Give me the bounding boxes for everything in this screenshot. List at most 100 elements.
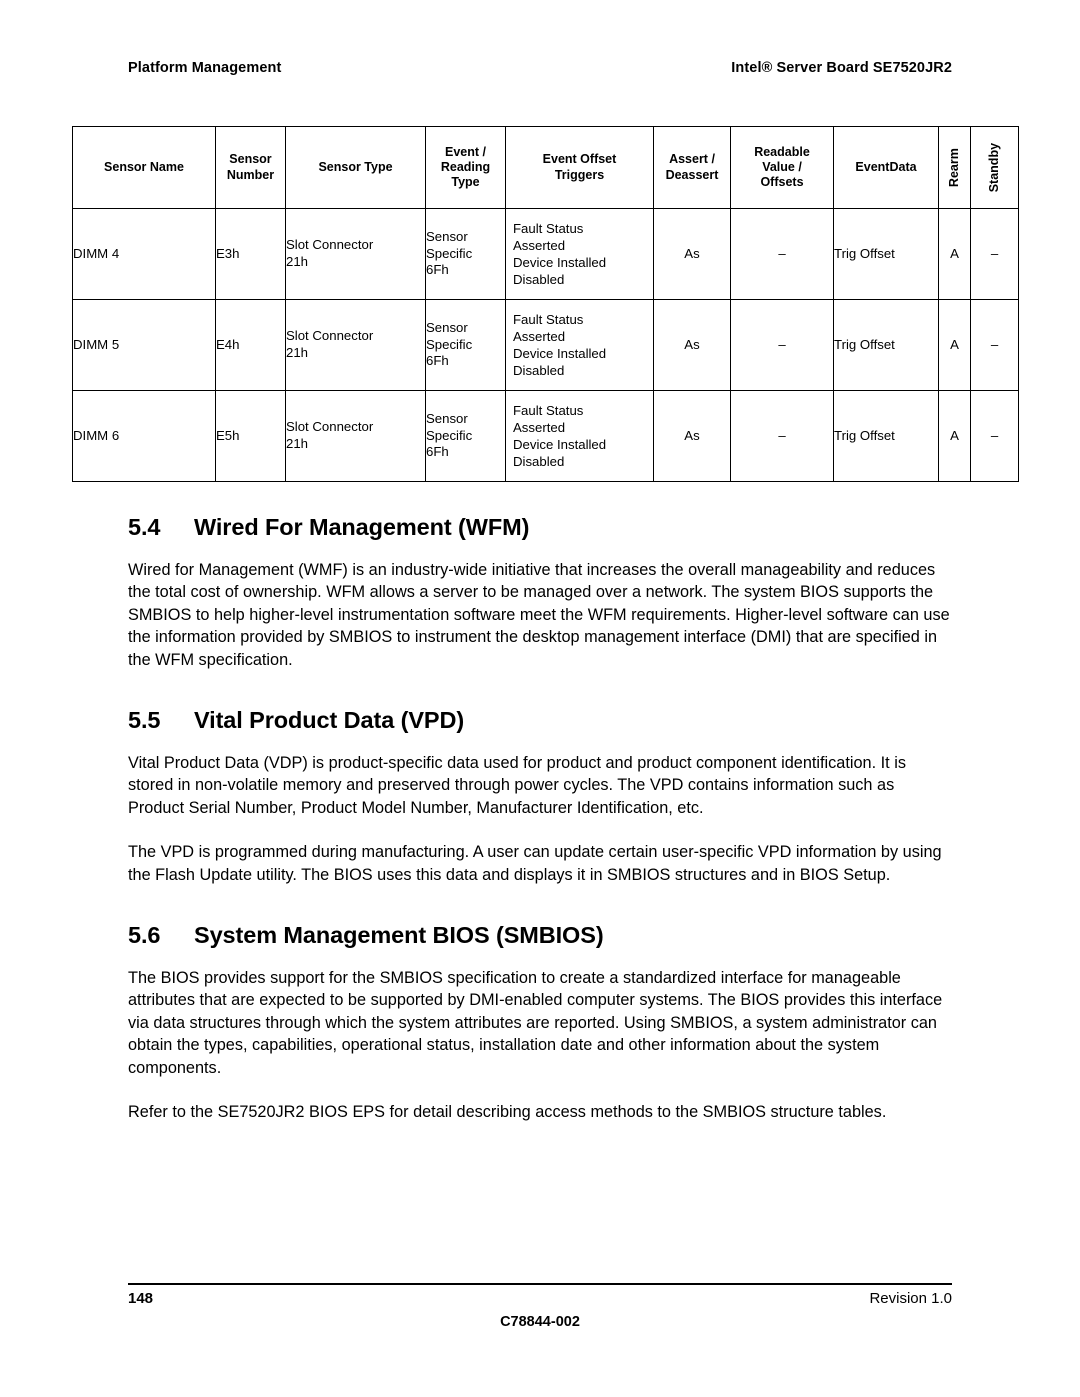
section-title: Wired For Management (WFM) — [194, 514, 530, 540]
cell-rearm: A — [938, 299, 971, 391]
rotated-label-standby: Standby — [974, 132, 1015, 204]
section-number: 5.5 — [128, 707, 161, 734]
document-number: C78844-002 — [500, 1314, 580, 1330]
cell-event-offset-triggers: Fault Status Asserted Device Installed Disa… — [505, 390, 654, 482]
running-head-left: Platform Management — [128, 60, 282, 76]
cell-line: Slot Connector — [286, 237, 374, 253]
header-line: Offsets — [760, 175, 804, 190]
header-line: Assert / — [669, 152, 715, 167]
header-line: Reading — [440, 159, 491, 174]
cell-readable-value: – — [730, 208, 834, 300]
header-line: Sensor Name — [104, 159, 184, 174]
paragraph: Refer to the SE7520JR2 BIOS EPS for deta… — [128, 1103, 887, 1122]
table-row: DIMM 4 E3h Slot Connector 21h Sensor Spe… — [72, 208, 1019, 300]
header-line: Standby — [986, 142, 1001, 193]
cell-assert-deassert: As — [653, 299, 731, 391]
cell-standby: – — [970, 299, 1019, 391]
table-row: DIMM 6 E5h Slot Connector 21h Sensor Spe… — [72, 390, 1019, 482]
cell-rearm: A — [938, 208, 971, 300]
cell-line: Specific — [426, 336, 473, 352]
cell-event-reading-type: Sensor Specific 6Fh — [425, 299, 506, 391]
paragraph: The VPD is programmed during manufacturi… — [128, 843, 942, 884]
trigger-item: Disabled — [513, 272, 565, 288]
trigger-item: Disabled — [513, 363, 565, 379]
cell-line: Specific — [426, 427, 473, 443]
cell-event-reading-type: Sensor Specific 6Fh — [425, 390, 506, 482]
paragraph: Wired for Management (WMF) is an industr… — [128, 561, 950, 669]
running-head-right: Intel® Server Board SE7520JR2 — [731, 60, 952, 76]
cell-assert-deassert: As — [653, 390, 731, 482]
column-header-assert-deassert: Assert / Deassert — [653, 126, 731, 209]
cell-line: 6Fh — [426, 444, 449, 460]
cell-standby: – — [970, 390, 1019, 482]
cell-sensor-name: DIMM 5 — [72, 299, 216, 391]
column-header-sensor-type: Sensor Type — [285, 126, 426, 209]
sensor-table-container: Sensor Name Sensor Number Sensor Type Ev… — [72, 126, 1019, 482]
cell-line: 21h — [286, 436, 309, 451]
header-line: Number — [226, 167, 275, 182]
trigger-item: Device Installed — [513, 346, 607, 361]
column-header-event-offset-triggers: Event Offset Triggers — [505, 126, 654, 209]
cell-sensor-type: Slot Connector 21h — [285, 208, 426, 300]
cell-sensor-number: E4h — [215, 299, 286, 391]
cell-sensor-name: DIMM 6 — [72, 390, 216, 482]
header-line: Triggers — [554, 167, 605, 182]
cell-rearm: A — [938, 390, 971, 482]
cell-readable-value: – — [730, 299, 834, 391]
cell-event-offset-triggers: Fault Status Asserted Device Installed Disa… — [505, 299, 654, 391]
cell-line: Specific — [426, 245, 473, 261]
cell-sensor-type: Slot Connector 21h — [285, 299, 426, 391]
cell-event-reading-type: Sensor Specific 6Fh — [425, 208, 506, 300]
cell-line: Sensor — [426, 228, 468, 244]
section-heading-5-6: 5.6 System Management BIOS (SMBIOS) — [0, 922, 1080, 949]
cell-line: Sensor — [426, 410, 468, 426]
trigger-item: Device Installed — [513, 437, 607, 452]
header-line: Sensor — [229, 152, 272, 167]
column-header-eventdata: EventData — [833, 126, 939, 209]
page-running-head: Platform Management Intel® Server Board … — [128, 60, 952, 76]
column-header-rearm: Rearm — [938, 126, 971, 209]
sensor-table: Sensor Name Sensor Number Sensor Type Ev… — [72, 126, 1019, 482]
column-header-sensor-name: Sensor Name — [72, 126, 216, 209]
cell-eventdata: Trig Offset — [833, 208, 939, 300]
footer-row: 148 Revision 1.0 — [128, 1290, 952, 1307]
section-heading-5-5: 5.5 Vital Product Data (VPD) — [0, 707, 1080, 734]
cell-sensor-type: Slot Connector 21h — [285, 390, 426, 482]
trigger-item: Disabled — [513, 454, 565, 470]
cell-line: Slot Connector — [286, 328, 374, 344]
header-line: Sensor Type — [318, 159, 393, 174]
trigger-item: Fault Status — [513, 402, 584, 418]
revision-label: Revision 1.0 — [869, 1290, 952, 1307]
page-footer: 148 Revision 1.0 C78844-002 — [128, 1283, 952, 1330]
section-title: System Management BIOS (SMBIOS) — [194, 922, 604, 949]
cell-line: Slot Connector — [286, 419, 374, 435]
trigger-list: Fault Status Asserted Device Installed Disa… — [506, 220, 653, 289]
cell-line: 6Fh — [426, 262, 449, 278]
header-line: Type — [451, 175, 480, 190]
column-header-sensor-number: Sensor Number — [215, 126, 286, 209]
column-header-event-reading-type: Event / Reading Type — [425, 126, 506, 209]
cell-assert-deassert: As — [653, 208, 731, 300]
cell-sensor-number: E5h — [215, 390, 286, 482]
header-line: Deassert — [665, 167, 719, 182]
cell-standby: – — [970, 208, 1019, 300]
header-line: Event Offset — [542, 152, 617, 167]
header-line: Value / — [762, 159, 802, 174]
table-row: DIMM 5 E4h Slot Connector 21h Sensor Spe… — [72, 299, 1019, 391]
header-line: Readable — [754, 144, 810, 159]
trigger-item: Fault Status — [513, 220, 584, 236]
trigger-list: Fault Status Asserted Device Installed Disa… — [506, 402, 653, 471]
trigger-list: Fault Status Asserted Device Installed Disa… — [506, 311, 653, 380]
cell-eventdata: Trig Offset — [833, 390, 939, 482]
section-heading-5-4: 5.4 Wired For Management (WFM) — [0, 514, 1080, 541]
section-number: 5.4 — [128, 514, 161, 540]
cell-sensor-number: E3h — [215, 208, 286, 300]
column-header-readable-value-offsets: Readable Value / Offsets — [730, 126, 834, 209]
trigger-item: Asserted — [513, 419, 566, 435]
footer-divider — [128, 1283, 952, 1285]
section-number: 5.6 — [128, 922, 161, 949]
cell-line: 6Fh — [426, 353, 449, 369]
header-line: EventData — [855, 159, 917, 174]
header-line: Event / — [445, 144, 486, 159]
cell-event-offset-triggers: Fault Status Asserted Device Installed Disa… — [505, 208, 654, 300]
